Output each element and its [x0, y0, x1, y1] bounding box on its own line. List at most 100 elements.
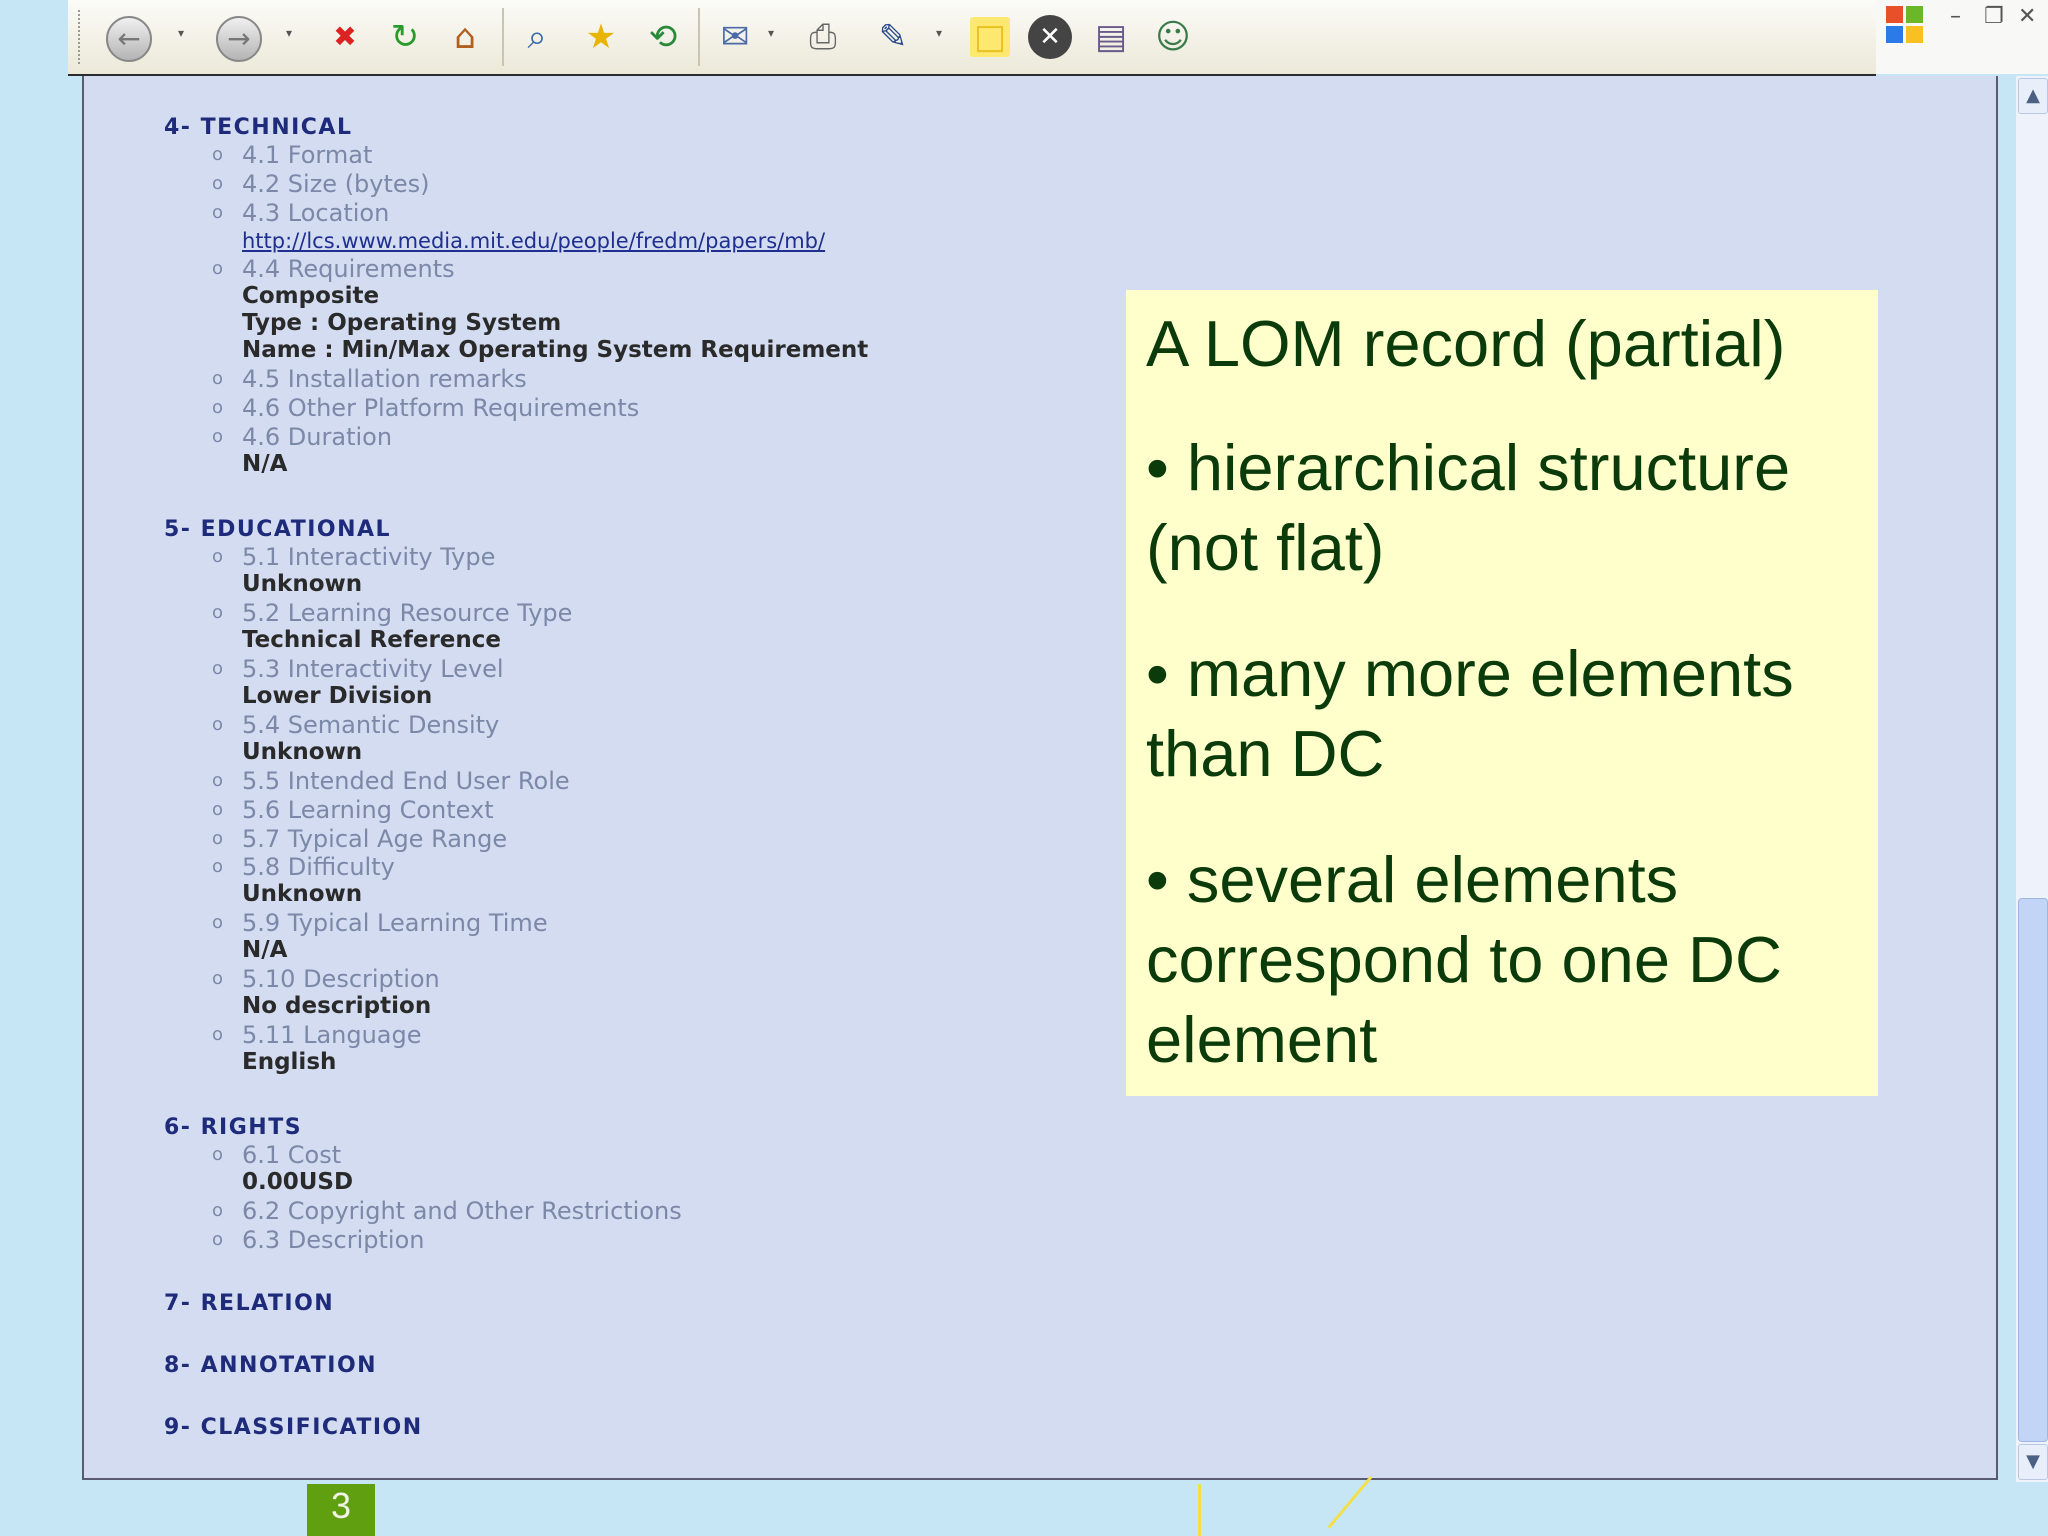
- history-button[interactable]: ⟲: [638, 12, 688, 62]
- item-size: 4.2 Size (bytes): [242, 170, 430, 198]
- requirements-name: Name : Min/Max Operating System Requirem…: [242, 337, 869, 363]
- research-button[interactable]: ▤: [1086, 12, 1136, 62]
- list-bullet: o: [212, 912, 224, 933]
- item-language: 5.11 Language: [242, 1021, 422, 1049]
- duration-value: N/A: [242, 451, 288, 477]
- home-icon: ⌂: [454, 17, 476, 57]
- section-relation-heading: 7- RELATION: [164, 1291, 335, 1316]
- note-bullet-3: • several elements: [1146, 843, 1679, 916]
- print-button[interactable]: ⎙: [798, 12, 848, 62]
- interactivity-type-value: Unknown: [242, 571, 363, 597]
- list-bullet: o: [212, 144, 224, 165]
- refresh-icon: ↻: [390, 17, 420, 57]
- home-button[interactable]: ⌂: [440, 12, 490, 62]
- favorites-icon: ★: [585, 17, 617, 57]
- research-icon: ▤: [1094, 17, 1128, 57]
- list-bullet: o: [212, 1229, 224, 1250]
- location-url-link[interactable]: http://lcs.www.media.mit.edu/people/fred…: [242, 229, 825, 253]
- list-bullet: o: [212, 770, 224, 791]
- language-value: English: [242, 1049, 337, 1075]
- close-icon: ✕: [1039, 22, 1061, 52]
- scroll-up-button[interactable]: ▲: [2018, 78, 2048, 114]
- favorites-button[interactable]: ★: [576, 12, 626, 62]
- item-learning-resource-type: 5.2 Learning Resource Type: [242, 599, 573, 627]
- note-bullet-2: • many more elements: [1146, 637, 1794, 710]
- minimize-button[interactable]: –: [1950, 4, 1961, 29]
- history-icon: ⟲: [648, 17, 678, 57]
- item-interactivity-level: 5.3 Interactivity Level: [242, 655, 504, 683]
- list-bullet: o: [212, 714, 224, 735]
- messenger-button[interactable]: ☺: [1148, 12, 1198, 62]
- note-button[interactable]: □: [970, 17, 1010, 57]
- item-description: 5.10 Description: [242, 965, 440, 993]
- item-semantic-density: 5.4 Semantic Density: [242, 711, 500, 739]
- forward-dropdown-icon[interactable]: ▾: [282, 26, 296, 46]
- item-rights-description: 6.3 Description: [242, 1226, 425, 1254]
- window-close-button[interactable]: ✕: [2018, 4, 2036, 29]
- interactivity-level-value: Lower Division: [242, 683, 433, 709]
- list-bullet: o: [212, 828, 224, 849]
- section-technical-heading: 4- TECHNICAL: [164, 115, 353, 140]
- note-bullet-3-cont2: element: [1146, 1003, 1378, 1076]
- decorative-line: [1198, 1484, 1201, 1536]
- stop-button[interactable]: ✖: [320, 12, 370, 62]
- list-bullet: o: [212, 426, 224, 447]
- edit-dropdown-icon[interactable]: ▾: [932, 26, 946, 46]
- list-bullet: o: [212, 658, 224, 679]
- slide-note-box: A LOM record (partial) • hierarchical st…: [1126, 290, 1878, 1096]
- mail-icon: ✉: [720, 17, 750, 57]
- slide-number-badge: 3: [307, 1484, 375, 1536]
- requirements-type: Type : Operating System: [242, 310, 562, 336]
- mail-button[interactable]: ✉: [710, 12, 760, 62]
- list-bullet: o: [212, 202, 224, 223]
- item-installation: 4.5 Installation remarks: [242, 365, 527, 393]
- item-intended-end-user-role: 5.5 Intended End User Role: [242, 767, 570, 795]
- section-annotation-heading: 8- ANNOTATION: [164, 1353, 378, 1378]
- toolbar-grip[interactable]: [78, 10, 83, 64]
- item-cost: 6.1 Cost: [242, 1141, 342, 1169]
- item-typical-learning-time: 5.9 Typical Learning Time: [242, 909, 548, 937]
- edit-button[interactable]: ✎: [868, 12, 918, 62]
- scroll-thumb[interactable]: [2018, 898, 2048, 1442]
- windows-logo-icon: [1886, 6, 1924, 44]
- list-bullet: o: [212, 397, 224, 418]
- window-controls: – ❐ ✕: [1876, 0, 2048, 74]
- cost-value: 0.00USD: [242, 1169, 354, 1195]
- typical-learning-time-value: N/A: [242, 937, 288, 963]
- list-bullet: o: [212, 1200, 224, 1221]
- vertical-scrollbar[interactable]: ▲ ▼: [2016, 76, 2048, 1482]
- list-bullet: o: [212, 546, 224, 567]
- semantic-density-value: Unknown: [242, 739, 363, 765]
- toolbar-separator: [502, 8, 504, 66]
- note-bullet-3-cont: correspond to one DC: [1146, 923, 1782, 996]
- item-requirements: 4.4 Requirements: [242, 255, 455, 283]
- list-bullet: o: [212, 173, 224, 194]
- back-button[interactable]: ←: [106, 16, 152, 62]
- back-dropdown-icon[interactable]: ▾: [174, 26, 188, 46]
- item-difficulty: 5.8 Difficulty: [242, 853, 395, 881]
- refresh-button[interactable]: ↻: [380, 12, 430, 62]
- forward-icon: →: [227, 22, 251, 55]
- close-button[interactable]: ✕: [1028, 15, 1072, 59]
- scroll-down-button[interactable]: ▼: [2018, 1444, 2048, 1480]
- search-icon: ⌕: [527, 17, 547, 57]
- item-location: 4.3 Location: [242, 199, 390, 227]
- list-bullet: o: [212, 602, 224, 623]
- section-educational-heading: 5- EDUCATIONAL: [164, 517, 392, 542]
- forward-button[interactable]: →: [216, 16, 262, 62]
- search-button[interactable]: ⌕: [512, 12, 562, 62]
- learning-resource-type-value: Technical Reference: [242, 627, 502, 653]
- back-icon: ←: [117, 22, 141, 55]
- note-icon: □: [973, 17, 1007, 57]
- item-copyright: 6.2 Copyright and Other Restrictions: [242, 1197, 682, 1225]
- mail-dropdown-icon[interactable]: ▾: [764, 26, 778, 46]
- messenger-icon: ☺: [1155, 17, 1191, 57]
- toolbar-separator: [698, 8, 700, 66]
- note-bullet-1: • hierarchical structure: [1146, 431, 1791, 504]
- list-bullet: o: [212, 1144, 224, 1165]
- restore-button[interactable]: ❐: [1984, 4, 2004, 29]
- description-value: No description: [242, 993, 432, 1019]
- stop-icon: ✖: [333, 20, 357, 53]
- list-bullet: o: [212, 856, 224, 877]
- print-icon: ⎙: [809, 17, 837, 57]
